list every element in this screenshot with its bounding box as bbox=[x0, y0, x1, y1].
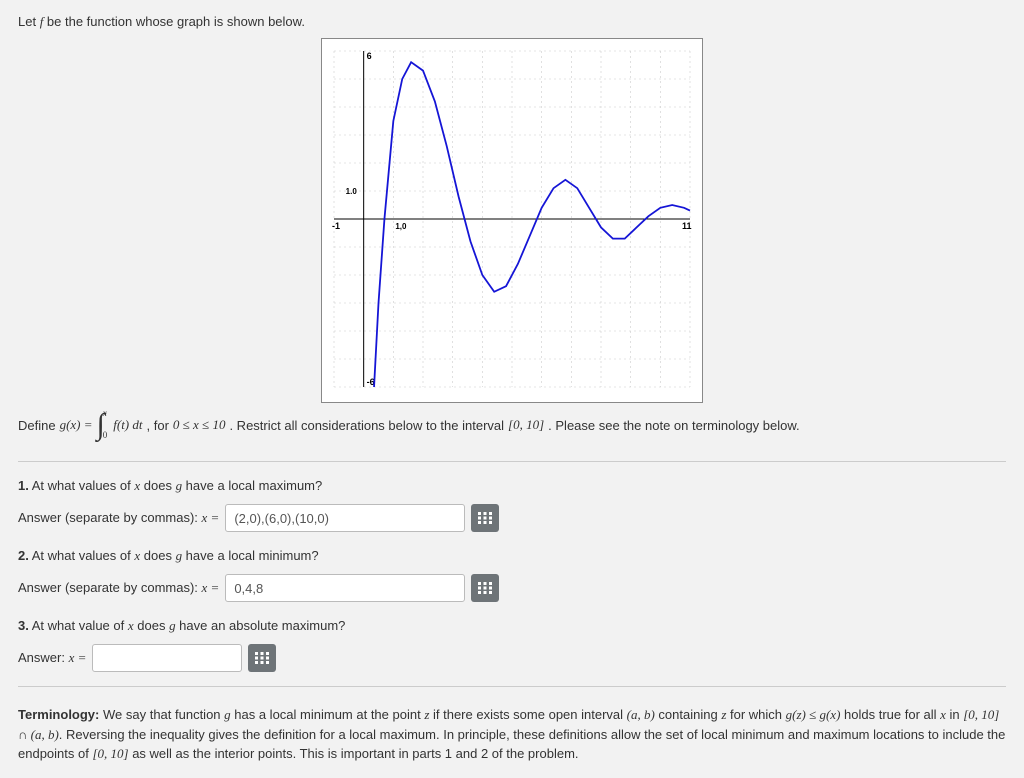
integral: ∫ x 0 f(t) dt bbox=[97, 413, 143, 437]
q3-num: 3. bbox=[18, 618, 29, 633]
intro-post: be the function whose graph is shown bel… bbox=[43, 14, 305, 29]
q2-t3: have a local minimum? bbox=[182, 548, 319, 563]
q2-num: 2. bbox=[18, 548, 29, 563]
q2-input[interactable] bbox=[225, 574, 465, 602]
intro-pre: Let bbox=[18, 14, 40, 29]
q1-num: 1. bbox=[18, 478, 29, 493]
svg-text:-1: -1 bbox=[332, 221, 340, 231]
q3-prompt: 3. At what value of x does g have an abs… bbox=[18, 618, 1006, 634]
q2-t2: does bbox=[140, 548, 175, 563]
define-row: Define g(x) = ∫ x 0 f(t) dt , for 0 ≤ x … bbox=[18, 413, 1006, 447]
q1-t2: does bbox=[140, 478, 175, 493]
question-2: 2. At what values of x does g have a loc… bbox=[18, 548, 1006, 602]
graph-container: -1116-61,01.0 bbox=[18, 38, 1006, 403]
define-post3: . Please see the note on terminology bel… bbox=[548, 418, 800, 433]
svg-text:11: 11 bbox=[682, 221, 692, 231]
keypad-icon[interactable] bbox=[471, 504, 499, 532]
q1-t3: have a local maximum? bbox=[182, 478, 322, 493]
q2-answer-row: Answer (separate by commas): x = bbox=[18, 574, 1006, 602]
q1-t1: At what values of bbox=[29, 478, 135, 493]
q3-answer-row: Answer: x = bbox=[18, 644, 1006, 672]
int-upper: x bbox=[103, 409, 108, 419]
intro-text: Let f be the function whose graph is sho… bbox=[18, 14, 1006, 30]
q3-t1: At what value of bbox=[29, 618, 128, 633]
graph-svg: -1116-61,01.0 bbox=[322, 39, 702, 399]
define-post1: , for bbox=[147, 418, 169, 433]
separator bbox=[18, 461, 1006, 462]
question-1: 1. At what values of x does g have a loc… bbox=[18, 478, 1006, 532]
q3-answer-label: Answer: x = bbox=[18, 650, 86, 666]
q3-t2: does bbox=[134, 618, 169, 633]
q1-answer-label: Answer (separate by commas): x = bbox=[18, 510, 219, 526]
q2-prompt: 2. At what values of x does g have a loc… bbox=[18, 548, 1006, 564]
integrand: f(t) dt bbox=[113, 417, 142, 433]
svg-text:1,0: 1,0 bbox=[395, 222, 407, 231]
graph-box: -1116-61,01.0 bbox=[321, 38, 703, 403]
question-3: 3. At what value of x does g have an abs… bbox=[18, 618, 1006, 672]
svg-text:1.0: 1.0 bbox=[346, 187, 358, 196]
q2-t1: At what values of bbox=[29, 548, 135, 563]
define-lhs: g(x) = bbox=[60, 417, 93, 433]
q2-answer-label: Answer (separate by commas): x = bbox=[18, 580, 219, 596]
int-lower: 0 bbox=[103, 431, 108, 441]
q1-input[interactable] bbox=[225, 504, 465, 532]
q1-prompt: 1. At what values of x does g have a loc… bbox=[18, 478, 1006, 494]
separator bbox=[18, 686, 1006, 687]
keypad-icon[interactable] bbox=[248, 644, 276, 672]
term-label: Terminology: bbox=[18, 707, 99, 722]
q3-input[interactable] bbox=[92, 644, 242, 672]
define-post2: . Restrict all considerations below to t… bbox=[229, 418, 504, 433]
define-pre: Define bbox=[18, 418, 56, 433]
define-cond: 0 ≤ x ≤ 10 bbox=[173, 417, 226, 433]
q1-answer-row: Answer (separate by commas): x = bbox=[18, 504, 1006, 532]
keypad-icon[interactable] bbox=[471, 574, 499, 602]
terminology: Terminology: We say that function g has … bbox=[18, 705, 1006, 764]
define-interval: [0, 10] bbox=[508, 417, 544, 433]
q3-t3: have an absolute maximum? bbox=[176, 618, 346, 633]
svg-text:6: 6 bbox=[367, 51, 372, 61]
